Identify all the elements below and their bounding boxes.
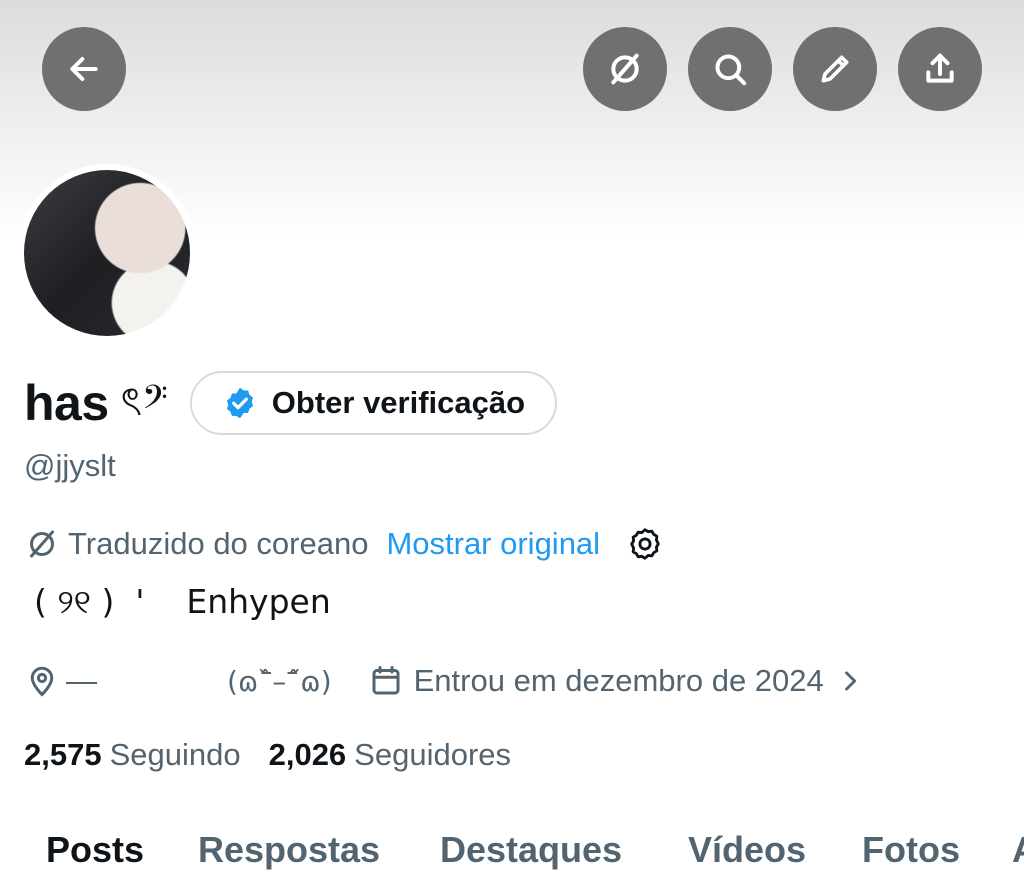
location-pin-icon — [30, 666, 54, 697]
gear-icon[interactable] — [626, 525, 664, 563]
get-verified-label: Obter verificação — [271, 385, 526, 420]
follow-stats: 2,575 Seguindo 2,026 Seguidores — [24, 732, 511, 778]
translation-note: Traduzido do coreano — [68, 526, 369, 561]
tab-more[interactable]: A — [1012, 829, 1024, 871]
tab-replies[interactable]: Respostas — [198, 829, 380, 871]
tab-posts[interactable]: Posts — [46, 829, 144, 871]
show-original-link[interactable]: Mostrar original — [386, 526, 600, 562]
profile-meta-row: — (ɷˆ᷅–ˆ᷄ɷ) Entrou em dezembro de 2024 — [24, 658, 864, 704]
translate-off-icon — [611, 53, 639, 85]
arrow-left-icon — [70, 57, 98, 81]
tab-highlights[interactable]: Destaques — [440, 829, 622, 871]
user-handle: @jjyslt — [24, 448, 116, 483]
name-row: has ৎ𝄢 Obter verificação — [24, 368, 558, 438]
share-icon — [926, 53, 954, 83]
translate-toggle-button[interactable] — [583, 27, 667, 111]
tab-videos[interactable]: Vídeos — [688, 829, 806, 871]
followers-label[interactable]: Seguidores — [354, 737, 511, 773]
followers-count[interactable]: 2,026 — [269, 737, 347, 773]
get-verified-button[interactable]: Obter verificação — [189, 371, 558, 435]
name-decoration: ৎ𝄢 — [120, 378, 168, 425]
back-button[interactable] — [42, 27, 126, 111]
avatar-frame — [18, 164, 196, 342]
profile-bio: ( ୨୧ ) ' Enhypen — [34, 582, 331, 621]
pencil-icon — [821, 55, 849, 83]
search-button[interactable] — [688, 27, 772, 111]
verified-badge-icon — [226, 387, 253, 419]
location-decoration: (ɷˆ᷅–ˆ᷄ɷ) — [227, 664, 332, 698]
calendar-icon — [372, 666, 400, 695]
search-icon — [715, 54, 747, 86]
location-text: — — [66, 663, 97, 698]
following-count[interactable]: 2,575 — [24, 737, 102, 773]
tab-photos[interactable]: Fotos — [862, 829, 960, 871]
following-label[interactable]: Seguindo — [110, 737, 241, 773]
translate-off-icon — [30, 530, 54, 558]
display-name: has — [24, 375, 109, 431]
edit-button[interactable] — [793, 27, 877, 111]
share-button[interactable] — [898, 27, 982, 111]
joined-date[interactable]: Entrou em dezembro de 2024 — [414, 663, 824, 699]
profile-tabs: Posts Respostas Destaques Vídeos Fotos A — [0, 815, 1024, 895]
translation-row: Traduzido do coreano Mostrar original — [24, 522, 664, 566]
avatar[interactable] — [24, 170, 190, 336]
chevron-right-icon[interactable] — [836, 667, 864, 695]
